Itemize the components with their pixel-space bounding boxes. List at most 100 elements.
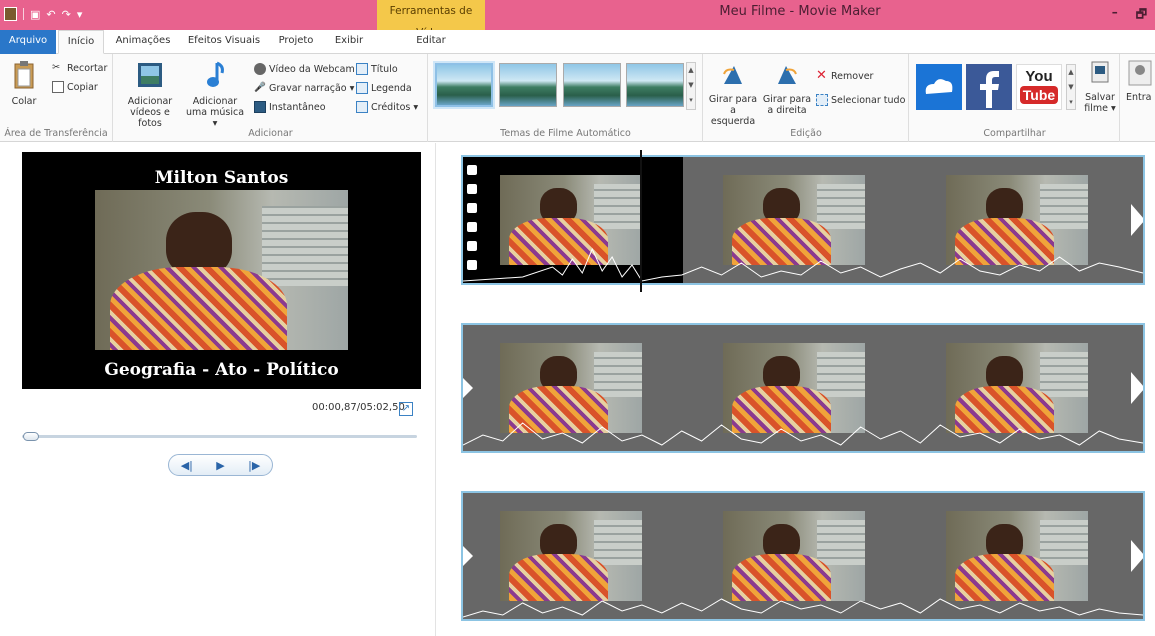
video-image — [95, 190, 348, 350]
video-caption-overlay: Geografia - Ato - Político — [104, 360, 339, 380]
expand-gallery-icon[interactable]: ▾ — [687, 93, 695, 108]
credits-icon — [356, 101, 368, 113]
editing-group: Girar para a esquerda Girar para a direi… — [704, 54, 909, 142]
tab-efeitos-visuais[interactable]: Efeitos Visuais — [186, 30, 262, 54]
rotate-right-icon — [778, 66, 797, 84]
storyboard-row[interactable] — [461, 155, 1145, 285]
cut-button[interactable]: ✂ Recortar — [52, 62, 107, 74]
add-videos-photos-button[interactable]: Adicionar vídeos e fotos — [118, 60, 182, 129]
video-title-overlay: Milton Santos — [154, 168, 289, 188]
storyboard-row[interactable] — [461, 491, 1145, 621]
facebook-icon — [980, 71, 999, 108]
tab-editar[interactable]: Editar — [410, 30, 452, 54]
play-icon[interactable]: ▶ — [216, 459, 224, 472]
paste-button[interactable]: Colar — [6, 60, 42, 107]
tab-exibir[interactable]: Exibir — [328, 30, 370, 54]
facebook-share-button[interactable] — [966, 64, 1012, 110]
scissors-icon: ✂ — [52, 62, 60, 73]
clipboard-group-label: Área de Transferência — [4, 128, 108, 139]
auto-movie-themes-group: ▲ ▼ ▾ Temas de Filme Automático — [429, 54, 703, 142]
tab-animacoes[interactable]: Animações — [110, 30, 176, 54]
save-movie-button[interactable]: Salvar filme ▾ — [1082, 60, 1118, 114]
scroll-up-icon[interactable]: ▲ — [687, 63, 695, 78]
theme-fade[interactable] — [563, 63, 621, 107]
save-movie-label-2: filme ▾ — [1084, 103, 1116, 114]
storyboard-row[interactable] — [461, 323, 1145, 453]
next-frame-icon[interactable]: |▶ — [248, 459, 260, 472]
preview-pane: Milton Santos Geografia - Ato - Político… — [0, 143, 436, 636]
select-all-button[interactable]: Selecionar tudo — [816, 94, 905, 106]
snapshot-label: Instantâneo — [269, 101, 326, 113]
cloud-icon — [925, 79, 953, 94]
customize-toolbar-icon[interactable]: ▾ — [77, 8, 83, 21]
webcam-video-button[interactable]: Vídeo da Webcam — [254, 63, 355, 75]
remove-button[interactable]: ✕ Remover — [816, 68, 873, 83]
add-music-button[interactable]: Adicionar uma música ▾ — [184, 60, 246, 129]
movie-maker-icon[interactable] — [4, 7, 17, 21]
save-icon[interactable]: ▣ — [30, 8, 40, 21]
tab-inicio[interactable]: Início — [58, 30, 104, 54]
video-preview[interactable]: Milton Santos Geografia - Ato - Político — [22, 152, 421, 389]
narration-label: Gravar narração ▾ — [269, 82, 355, 94]
seek-slider-thumb[interactable] — [23, 432, 40, 441]
cut-label: Recortar — [67, 62, 108, 74]
title-button[interactable]: Título — [356, 63, 398, 75]
share-group-label: Compartilhar — [983, 128, 1046, 139]
undo-icon[interactable]: ↶ — [46, 8, 55, 21]
copy-button[interactable]: Copiar — [52, 81, 98, 93]
tab-arquivo[interactable]: Arquivo — [0, 30, 56, 54]
scroll-up-icon[interactable]: ▲ — [1067, 65, 1075, 80]
theme-default[interactable] — [435, 63, 493, 107]
clip-end-marker — [1131, 540, 1143, 572]
scroll-down-icon[interactable]: ▼ — [687, 78, 695, 93]
expand-preview-icon[interactable]: ↗ — [399, 402, 413, 416]
scroll-down-icon[interactable]: ▼ — [1067, 80, 1075, 95]
quick-access-toolbar: ▣ ↶ ↷ ▾ — [4, 7, 82, 21]
minimize-button[interactable]: – — [1112, 5, 1118, 26]
clipboard-group: Colar ✂ Recortar Copiar Área de Transfer… — [0, 54, 113, 142]
add-group: Adicionar vídeos e fotos Adicionar uma m… — [114, 54, 428, 142]
copy-label: Copiar — [67, 81, 98, 93]
time-readout: 00:00,87/05:02,50 — [312, 402, 405, 413]
add-group-label: Adicionar — [248, 128, 293, 139]
credits-button[interactable]: Créditos ▾ — [356, 101, 418, 113]
paste-icon — [14, 61, 34, 89]
rotate-right-label-2: a direita — [767, 105, 807, 116]
separator — [23, 8, 24, 20]
transport-controls: ◀| ▶ |▶ — [168, 454, 273, 476]
theme-thumbnail — [437, 65, 491, 105]
expand-gallery-icon[interactable]: ▾ — [1067, 95, 1075, 110]
previous-frame-icon[interactable]: ◀| — [181, 459, 193, 472]
record-narration-button[interactable]: 🎤 Gravar narração ▾ — [254, 82, 354, 94]
playhead-indicator[interactable] — [640, 150, 642, 292]
caption-icon — [356, 82, 368, 94]
onedrive-share-button[interactable] — [916, 64, 962, 110]
remove-x-icon: ✕ — [816, 68, 827, 83]
audio-waveform — [463, 422, 1143, 446]
theme-contemporary[interactable] — [499, 63, 557, 107]
title-label: Título — [371, 63, 398, 75]
caption-label: Legenda — [371, 82, 412, 94]
share-group: You Tube ▲ ▼ ▾ Salvar filme ▾ Compartilh… — [910, 54, 1120, 142]
redo-icon[interactable]: ↷ — [62, 8, 71, 21]
restore-button[interactable]: 🗗 — [1136, 5, 1147, 26]
themes-gallery-scroll[interactable]: ▲ ▼ ▾ — [686, 62, 696, 110]
window-controls: – 🗗 — [1112, 5, 1147, 26]
ribbon-tabs: Arquivo Início Animações Efeitos Visuais… — [0, 30, 1155, 54]
paste-label: Colar — [11, 96, 37, 107]
sign-in-button[interactable]: Entra — [1126, 60, 1155, 103]
tab-projeto[interactable]: Projeto — [272, 30, 320, 54]
caption-button[interactable]: Legenda — [356, 82, 412, 94]
rotate-right-button[interactable]: Girar para a direita — [762, 62, 812, 116]
rotate-left-button[interactable]: Girar para a esquerda — [708, 62, 758, 127]
seek-bar[interactable] — [22, 435, 417, 438]
youtube-share-button[interactable]: You Tube — [1016, 64, 1062, 110]
copy-icon — [52, 81, 64, 93]
snapshot-button[interactable]: Instantâneo — [254, 101, 326, 113]
share-gallery-scroll[interactable]: ▲ ▼ ▾ — [1066, 64, 1076, 110]
theme-thumbnail — [500, 64, 556, 106]
film-photo-icon — [138, 63, 162, 87]
theme-pan-zoom[interactable] — [626, 63, 684, 107]
add-music-label-1: Adicionar — [192, 96, 238, 107]
title-bar: ▣ ↶ ↷ ▾ Ferramentas de Vídeo Meu Filme -… — [0, 0, 1155, 39]
